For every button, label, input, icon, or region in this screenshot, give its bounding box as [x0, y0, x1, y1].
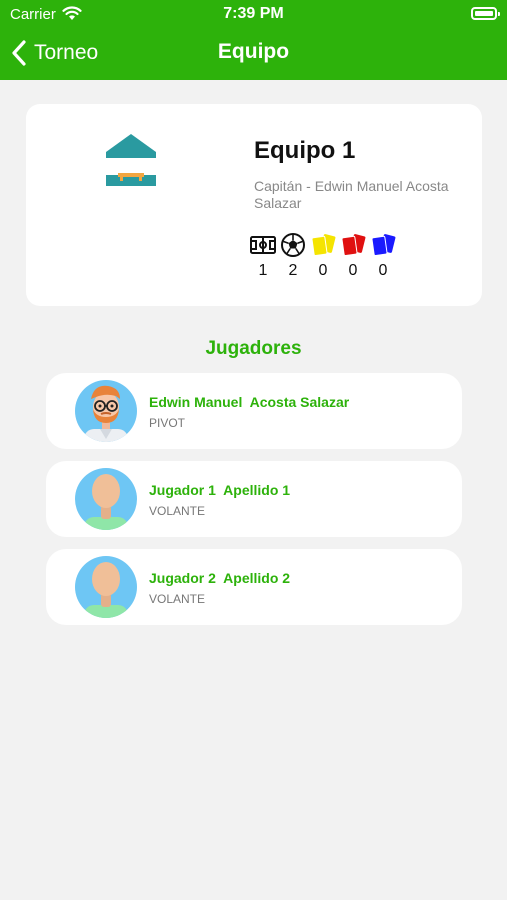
player-position: PIVOT — [149, 416, 186, 430]
blue-card-icon — [371, 234, 396, 257]
stat-value: 1 — [258, 262, 268, 279]
page-title: Equipo — [217, 40, 290, 63]
player-name: Edwin Manuel Acosta Salazar — [149, 394, 350, 410]
player-name: Jugador 1 Apellido 1 — [149, 482, 291, 498]
team-card: Equipo 1 Capitán - Edwin Manuel Acosta S… — [26, 104, 482, 306]
navigation-bar: Carrier 7:39 PM Torneo Equipo — [0, 0, 507, 80]
default-avatar-icon — [75, 468, 137, 530]
bearded-man-avatar-icon — [75, 380, 137, 442]
stat-value: 0 — [348, 262, 358, 279]
team-logo-icon — [106, 134, 156, 186]
stat-value: 2 — [288, 262, 298, 279]
battery-icon — [471, 7, 500, 20]
team-stats: 1 2 0 0 0 — [250, 232, 404, 280]
default-avatar-icon — [75, 556, 137, 618]
player-card[interactable]: Jugador 2 Apellido 2 VOLANTE — [46, 549, 462, 625]
player-card[interactable]: Edwin Manuel Acosta Salazar PIVOT — [46, 373, 462, 449]
team-name: Equipo 1 — [254, 137, 356, 164]
stat-value: 0 — [318, 262, 328, 279]
status-bar: Carrier 7:39 PM — [0, 0, 507, 28]
stat-value: 0 — [378, 262, 388, 279]
player-card[interactable]: Jugador 1 Apellido 1 VOLANTE — [46, 461, 462, 537]
stat-blue-cards: 0 — [362, 232, 404, 280]
status-time: 7:39 PM — [223, 5, 284, 22]
players-section-title: Jugadores — [205, 338, 302, 359]
player-name: Jugador 2 Apellido 2 — [149, 570, 291, 586]
team-captain: Capitán - Edwin Manuel Acosta Salazar — [254, 178, 449, 211]
player-position: VOLANTE — [149, 592, 206, 606]
player-position: VOLANTE — [149, 504, 206, 518]
